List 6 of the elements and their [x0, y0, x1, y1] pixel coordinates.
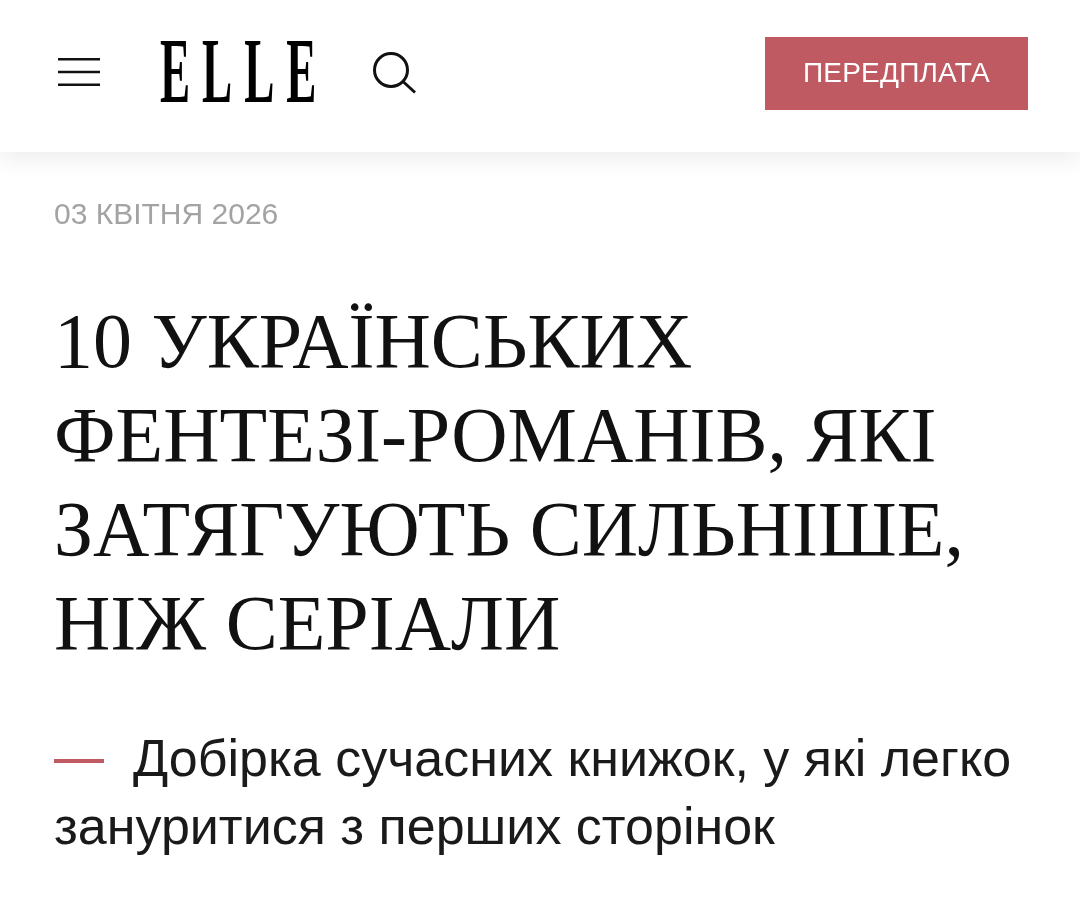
logo[interactable]: ELLE — [160, 37, 329, 103]
search-icon[interactable] — [372, 50, 417, 94]
subscribe-button[interactable]: ПЕРЕДПЛАТА — [765, 36, 1028, 110]
menu-icon[interactable] — [58, 58, 100, 86]
article-title: 10 УКРАЇНСЬКИХ ФЕНТЕЗІ-РОМАНІВ, ЯКІ ЗАТЯГУЮТЬ СИЛЬНІШЕ, НІЖ СЕРІАЛИ — [54, 296, 965, 668]
article-date: 03 КВІТНЯ 2026 — [54, 196, 280, 232]
